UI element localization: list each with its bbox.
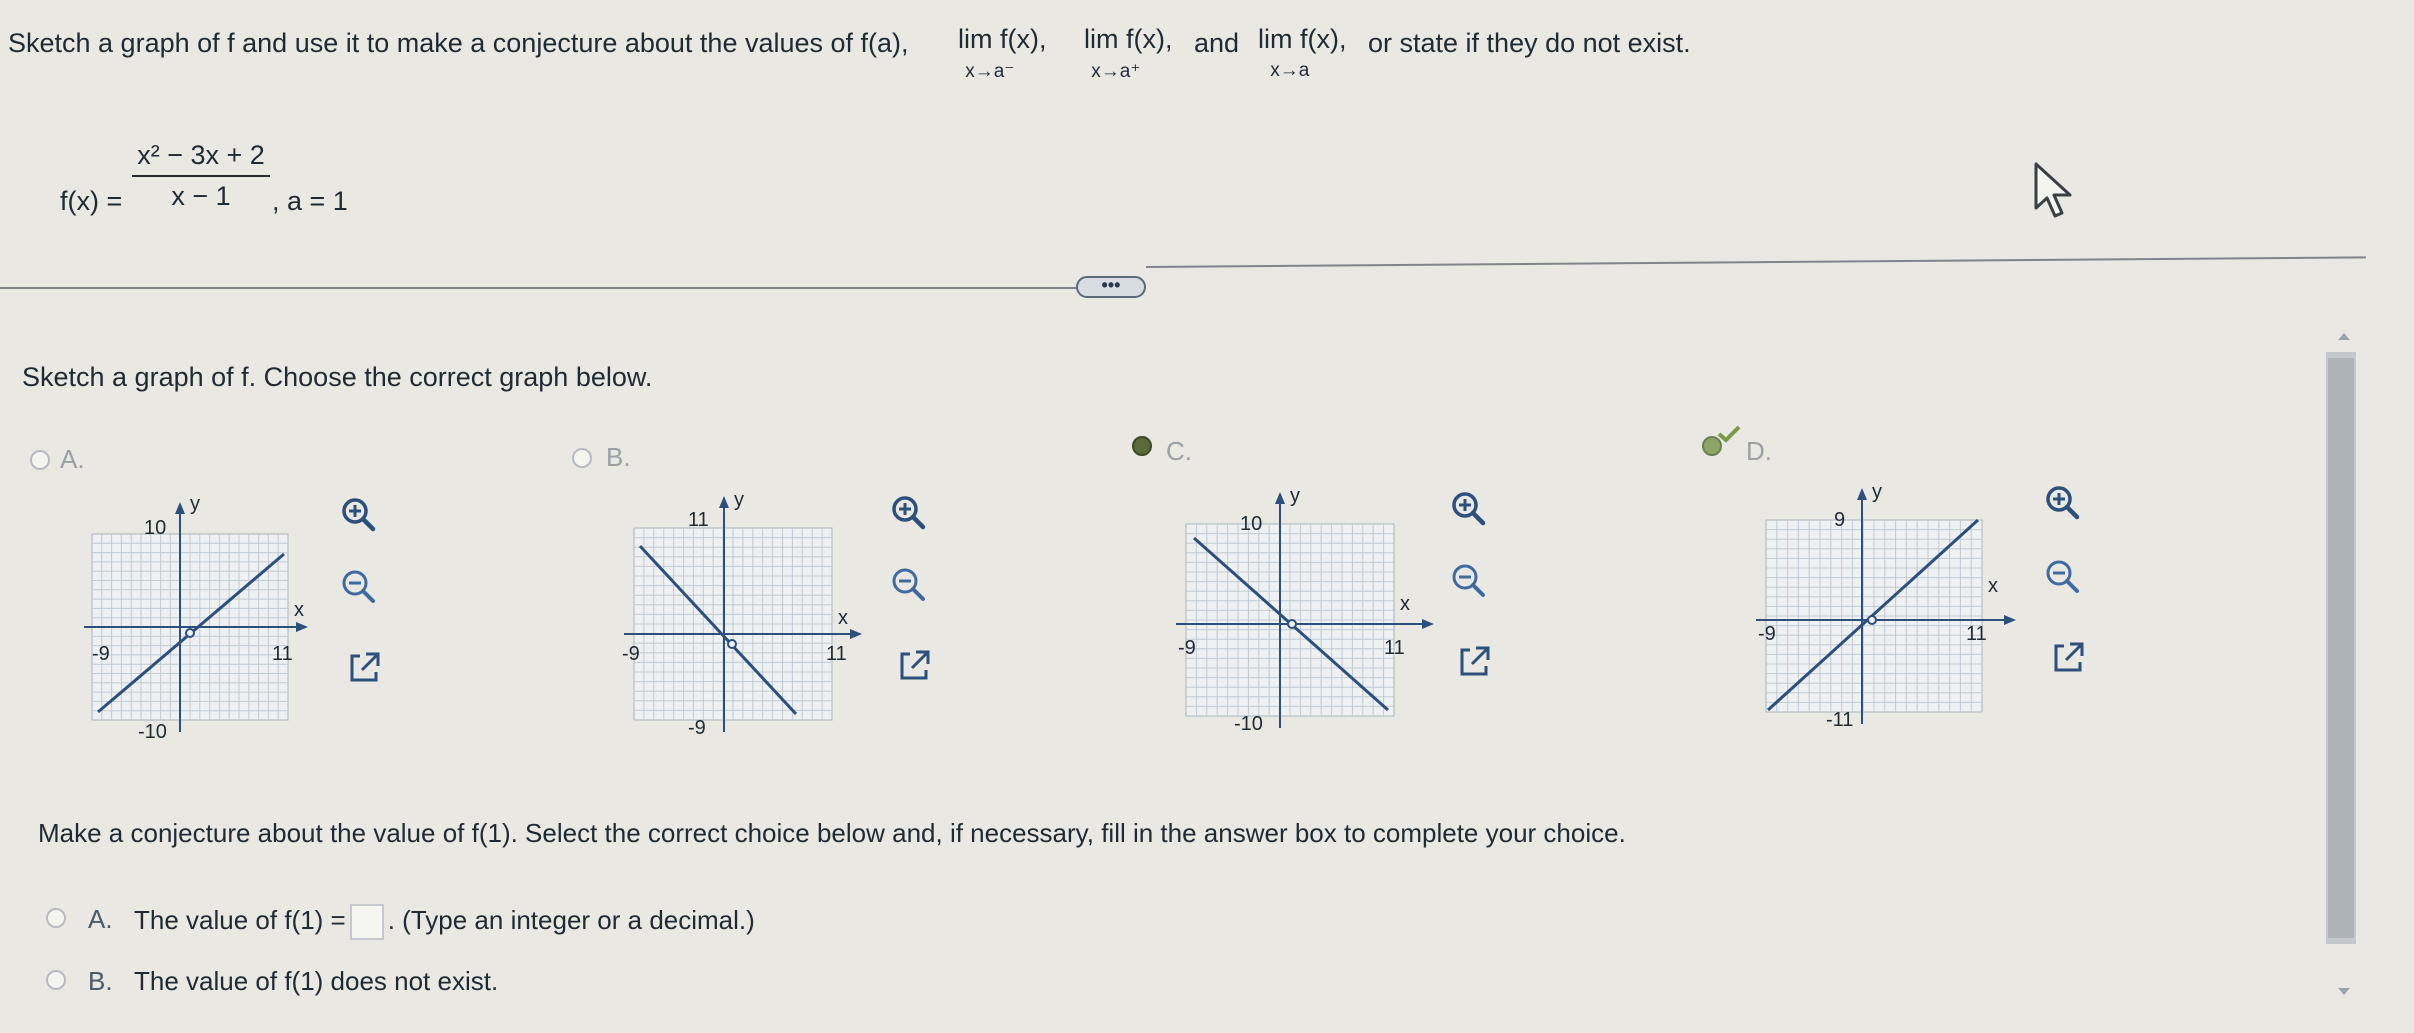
graph-option-b: y 11 -9 -9 11 x [622, 489, 862, 738]
x-axis-label: x [838, 607, 848, 629]
limit-left: lim f(x), x→a⁻ [958, 24, 1047, 82]
choice-a-radio[interactable] [46, 908, 66, 928]
external-link-icon[interactable] [344, 648, 384, 688]
question-intro: Sketch a graph of f and use it to make a… [8, 28, 909, 58]
y-axis-label: y [734, 489, 744, 511]
scrollbar-thumb[interactable] [2328, 358, 2354, 938]
y-min-label: -9 [688, 717, 706, 738]
x-min-label: -9 [1758, 623, 1776, 645]
choice-b-radio[interactable] [46, 970, 66, 990]
x-max-label: 11 [1966, 623, 1987, 645]
zoom-in-icon[interactable] [888, 492, 928, 532]
section-divider-right [1145, 256, 2366, 268]
more-button[interactable]: ••• [1076, 276, 1146, 298]
y-max-label: 9 [1834, 509, 1845, 531]
zoom-out-icon[interactable] [2042, 556, 2082, 596]
y-max-label: 10 [144, 517, 166, 539]
option-d-letter: D. [1746, 436, 1772, 466]
numerator: x² − 3x + 2 [137, 140, 265, 170]
open-circle [1287, 619, 1297, 629]
option-b-radio[interactable] [572, 448, 592, 468]
zoom-out-icon[interactable] [338, 566, 378, 606]
zoom-in-icon[interactable] [338, 494, 378, 534]
function-fraction: x² − 3x + 2 x − 1 [132, 140, 270, 212]
y-min-label: -11 [1826, 709, 1853, 730]
denominator: x − 1 [171, 181, 231, 211]
x-min-label: -9 [1178, 637, 1196, 659]
y-max-label: 11 [688, 509, 709, 531]
zoom-in-icon[interactable] [2042, 482, 2082, 522]
part2-prompt: Make a conjecture about the value of f(1… [38, 818, 1626, 848]
limit-right: lim f(x), x→a⁺ [1084, 24, 1173, 82]
checkmark-icon [1717, 425, 1741, 443]
limit-two-sided: lim f(x), x→a [1258, 24, 1347, 81]
part1-prompt: Sketch a graph of f. Choose the correct … [22, 362, 653, 392]
x-axis-label: x [1400, 593, 1410, 615]
graph-option-d: y 9 -11 -9 11 x [1756, 481, 2016, 730]
function-label: f(x) = [60, 186, 123, 216]
zoom-in-icon[interactable] [1448, 488, 1488, 528]
choice-a-letter: A. [88, 904, 113, 934]
choice-b-text: The value of f(1) does not exist. [134, 966, 499, 996]
option-a-letter: A. [60, 444, 85, 474]
open-circle [727, 639, 737, 649]
x-max-label: 11 [1384, 637, 1405, 659]
external-link-icon[interactable] [894, 646, 934, 686]
x-min-label: -9 [92, 643, 110, 665]
x-min-label: -9 [622, 643, 640, 665]
section-divider-left [0, 287, 1080, 289]
y-min-label: -10 [1234, 713, 1263, 734]
option-c-letter: C. [1166, 436, 1192, 466]
option-a-radio[interactable] [30, 450, 50, 470]
y-min-label: -10 [138, 721, 167, 742]
choice-b-letter: B. [88, 966, 113, 996]
option-c-radio[interactable] [1132, 436, 1152, 456]
zoom-out-icon[interactable] [888, 564, 928, 604]
question-outro: or state if they do not exist. [1368, 28, 1691, 58]
zoom-out-icon[interactable] [1448, 560, 1488, 600]
option-b-letter: B. [606, 442, 631, 472]
x-axis-label: x [1988, 575, 1998, 597]
fraction-bar [132, 175, 270, 177]
x-max-label: 11 [826, 643, 847, 665]
x-max-label: 11 [272, 643, 293, 665]
answer-input[interactable] [349, 904, 384, 940]
mouse-cursor-icon [2034, 162, 2072, 218]
graph-option-c: y 10 -10 -9 11 x [1176, 485, 1434, 734]
scroll-down-icon[interactable] [2336, 986, 2352, 998]
y-axis-label: y [1290, 485, 1300, 507]
y-axis-label: y [190, 493, 200, 515]
external-link-icon[interactable] [1454, 642, 1494, 682]
and-word: and [1194, 28, 1240, 58]
external-link-icon[interactable] [2048, 638, 2088, 678]
x-axis-label: x [294, 599, 304, 621]
graph-option-a: y 10 -10 -9 11 x [84, 493, 308, 742]
scroll-up-icon[interactable] [2336, 330, 2352, 342]
y-axis-label: y [1872, 481, 1882, 503]
choice-a-text: The value of f(1) =. (Type an integer or… [134, 904, 755, 940]
y-max-label: 10 [1240, 513, 1262, 535]
a-value: , a = 1 [272, 186, 348, 216]
open-circle [1867, 615, 1877, 625]
open-circle [185, 628, 195, 638]
